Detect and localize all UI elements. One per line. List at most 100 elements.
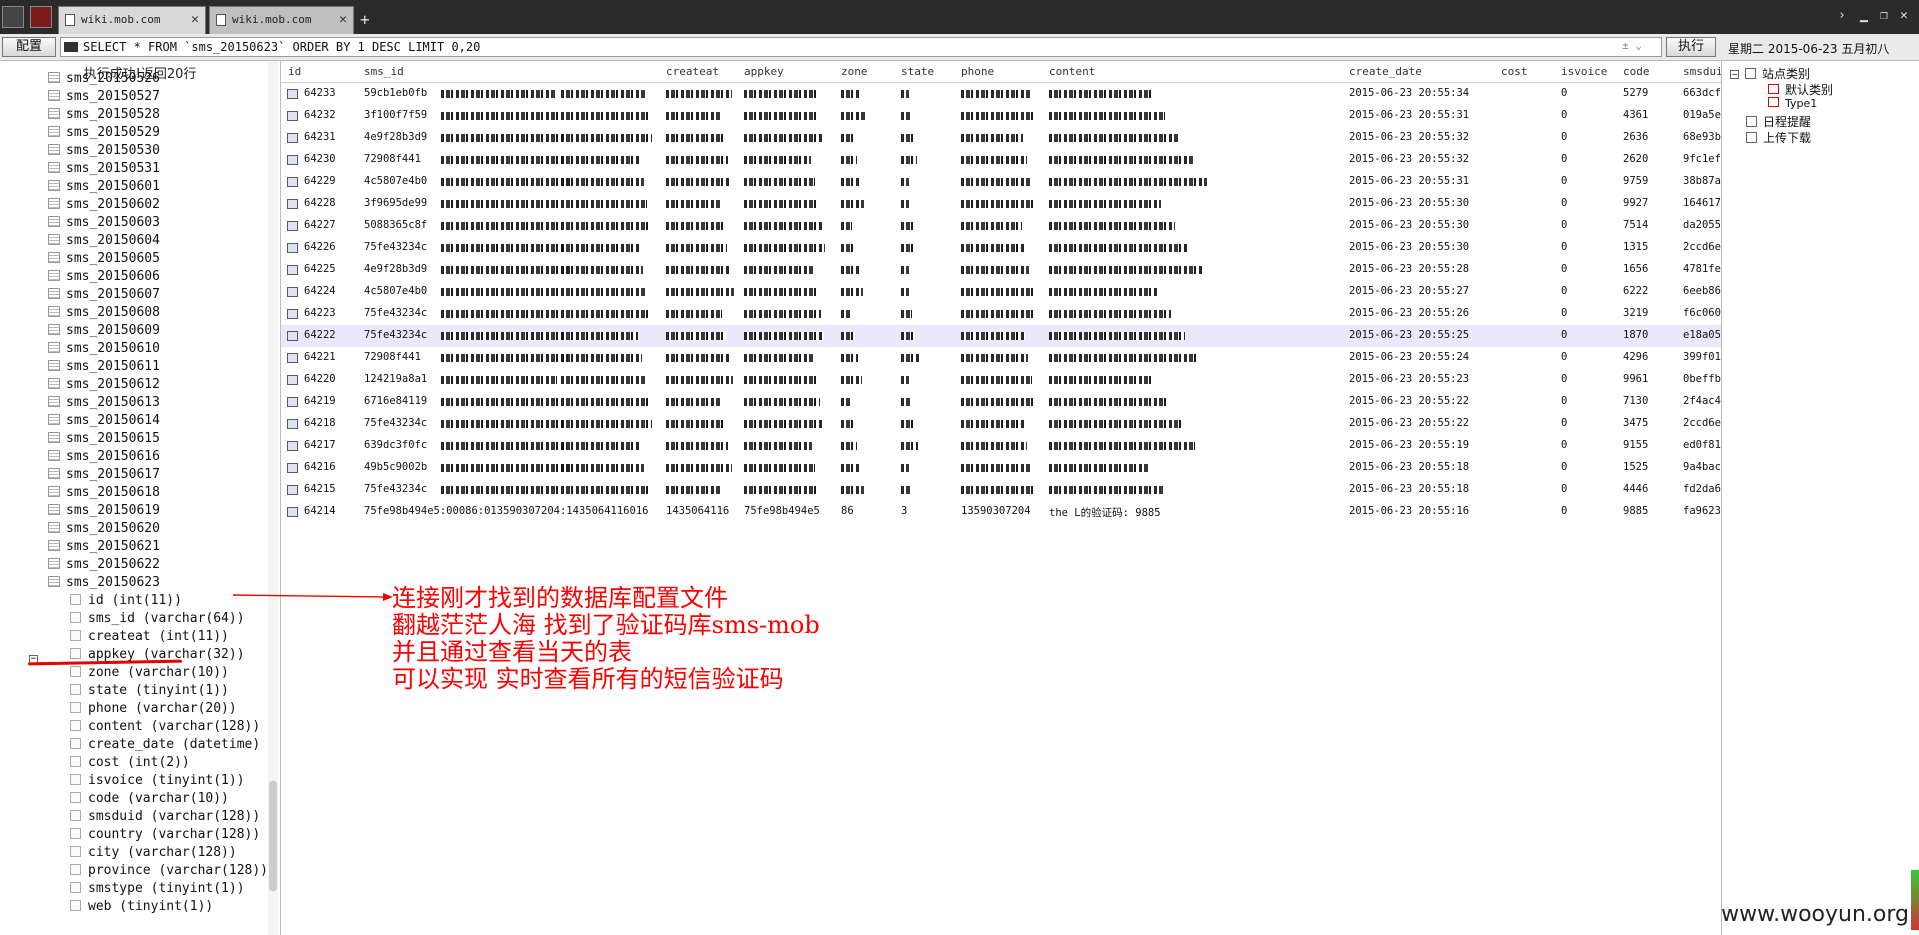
tree-table-item[interactable]: sms_20150623: [48, 574, 160, 592]
column-header[interactable]: phone: [961, 65, 994, 78]
column-header[interactable]: createat: [666, 65, 719, 78]
table-row[interactable]: 64215 75fe43234c 2015-06-23 20:55:18 0 4446 f…: [281, 479, 1721, 501]
tree-table-item[interactable]: sms_20150531: [48, 160, 160, 178]
tree-table-item[interactable]: sms_20150614: [48, 412, 160, 430]
table-row[interactable]: 64221 72908f441 2015-06-23 20:55:24 0 4296 39…: [281, 347, 1721, 369]
tree-table-item[interactable]: sms_20150611: [48, 358, 160, 376]
table-row[interactable]: 64229 4c5807e4b0 2015-06-23 20:55:31 0 9759 3…: [281, 171, 1721, 193]
table-row[interactable]: 64218 75fe43234c 2015-06-23 20:55:22 0 3475 2…: [281, 413, 1721, 435]
maximize-icon[interactable]: ❐: [1880, 8, 1888, 23]
column-header[interactable]: appkey: [744, 65, 784, 78]
table-row[interactable]: 64214 75fe98b494e5:00086:013590307204:143…: [281, 501, 1721, 523]
table-row[interactable]: 64217 639dc3f0fc 2015-06-23 20:55:19 0 9155 e…: [281, 435, 1721, 457]
tree-column-item[interactable]: cost (int(2)): [70, 754, 190, 772]
tree-column-item[interactable]: sms_id (varchar(64)): [70, 610, 245, 628]
site-category-node[interactable]: − 站点类别: [1730, 65, 1810, 82]
close-tab-icon[interactable]: ✕: [191, 7, 199, 33]
column-header[interactable]: content: [1049, 65, 1095, 78]
tree-column-item[interactable]: phone (varchar(20)): [70, 700, 237, 718]
tree-column-item[interactable]: create_date (datetime): [70, 736, 260, 754]
table-row[interactable]: 64228 3f9695de99 2015-06-23 20:55:30 0 9927 1…: [281, 193, 1721, 215]
tree-table-item[interactable]: sms_20150603: [48, 214, 160, 232]
column-header[interactable]: code: [1623, 65, 1650, 78]
close-tab-icon[interactable]: ✕: [339, 7, 347, 33]
tree-table-item[interactable]: sms_20150617: [48, 466, 160, 484]
tree-scrollbar-thumb[interactable]: [269, 781, 277, 891]
table-row[interactable]: 64216 49b5c9002b 2015-06-23 20:55:18 0 1525 9…: [281, 457, 1721, 479]
tree-column-item[interactable]: country (varchar(128)): [70, 826, 260, 844]
close-window-icon[interactable]: ✕: [1900, 8, 1908, 23]
table-row[interactable]: 64225 4e9f28b3d9 2015-06-23 20:55:28 0 1656 4…: [281, 259, 1721, 281]
tree-table-item[interactable]: sms_20150622: [48, 556, 160, 574]
column-header[interactable]: state: [901, 65, 934, 78]
table-row[interactable]: 64232 3f100f7f59 2015-06-23 20:55:31 0 4361 0…: [281, 105, 1721, 127]
table-row[interactable]: 64223 75fe43234c 2015-06-23 20:55:26 0 3219 f…: [281, 303, 1721, 325]
config-button[interactable]: 配置: [2, 37, 56, 57]
tree-column-item[interactable]: smsduid (varchar(128)): [70, 808, 260, 826]
execute-button[interactable]: 执行: [1666, 37, 1716, 57]
tree-table-item[interactable]: sms_20150619: [48, 502, 160, 520]
type1-node[interactable]: Type1: [1768, 97, 1817, 110]
sql-query-input[interactable]: SELECT * FROM `sms_20150623` ORDER BY 1 …: [60, 37, 1662, 57]
column-header[interactable]: create_date: [1349, 65, 1422, 78]
tree-table-item[interactable]: sms_20150621: [48, 538, 160, 556]
column-header[interactable]: sms_id: [364, 65, 404, 78]
upload-download-node[interactable]: 上传下载: [1746, 129, 1811, 146]
default-category-node[interactable]: 默认类别: [1768, 81, 1833, 98]
column-header[interactable]: id: [288, 65, 301, 78]
schedule-node[interactable]: 日程提醒: [1746, 113, 1811, 130]
tree-column-item[interactable]: content (varchar(128)): [70, 718, 260, 736]
collapse-toggle-icon[interactable]: −: [1730, 70, 1739, 79]
tree-column-item[interactable]: smstype (tinyint(1)): [70, 880, 245, 898]
tree-column-item[interactable]: id (int(11)): [70, 592, 182, 610]
tab-wiki-inactive[interactable]: wiki.mob.com ✕: [209, 6, 354, 34]
tree-table-item[interactable]: sms_20150529: [48, 124, 160, 142]
table-row[interactable]: 64220 124219a8a1 2015-06-23 20:55:23 0 9961 0…: [281, 369, 1721, 391]
history-dropdown-icon[interactable]: ± ⌄: [1622, 39, 1642, 52]
tree-table-item[interactable]: sms_20150609: [48, 322, 160, 340]
tree-table-item[interactable]: sms_20150615: [48, 430, 160, 448]
tree-column-item[interactable]: zone (varchar(10)): [70, 664, 229, 682]
minimize-icon[interactable]: ▁: [1860, 8, 1868, 23]
tree-table-item[interactable]: sms_20150530: [48, 142, 160, 160]
tree-table-item[interactable]: sms_20150620: [48, 520, 160, 538]
tree-column-item[interactable]: code (varchar(10)): [70, 790, 229, 808]
tree-column-item[interactable]: city (varchar(128)): [70, 844, 237, 862]
tree-table-item[interactable]: sms_20150612: [48, 376, 160, 394]
table-row[interactable]: 64231 4e9f28b3d9 2015-06-23 20:55:32 0 2636 6…: [281, 127, 1721, 149]
tree-column-item[interactable]: province (varchar(128)): [70, 862, 268, 880]
tree-table-item[interactable]: sms_20150606: [48, 268, 160, 286]
table-row[interactable]: 64224 4c5807e4b0 2015-06-23 20:55:27 0 6222 6…: [281, 281, 1721, 303]
table-row[interactable]: 64227 5088365c8f 2015-06-23 20:55:30 0 7514 d…: [281, 215, 1721, 237]
tab-list-icon[interactable]: ›: [1838, 8, 1846, 23]
column-header[interactable]: cost: [1501, 65, 1528, 78]
tree-table-item[interactable]: sms_20150618: [48, 484, 160, 502]
tree-column-item[interactable]: web (tinyint(1)): [70, 898, 213, 916]
tab-wiki-active[interactable]: wiki.mob.com ✕: [58, 6, 206, 34]
tree-table-item[interactable]: sms_20150605: [48, 250, 160, 268]
tree-column-item[interactable]: state (tinyint(1)): [70, 682, 229, 700]
column-header[interactable]: smsdui: [1683, 65, 1721, 78]
tree-table-item[interactable]: sms_20150602: [48, 196, 160, 214]
column-header[interactable]: isvoice: [1561, 65, 1607, 78]
browser-menu-icon[interactable]: [2, 6, 24, 28]
tree-table-item[interactable]: sms_20150607: [48, 286, 160, 304]
table-row[interactable]: 64230 72908f441 2015-06-23 20:55:32 0 2620 9f…: [281, 149, 1721, 171]
tree-table-item[interactable]: sms_20150526: [48, 70, 160, 88]
tree-table-item[interactable]: sms_20150613: [48, 394, 160, 412]
tree-table-item[interactable]: sms_20150608: [48, 304, 160, 322]
tree-table-item[interactable]: sms_20150610: [48, 340, 160, 358]
table-row[interactable]: 64219 6716e84119 2015-06-23 20:55:22 0 7130 2…: [281, 391, 1721, 413]
tree-table-item[interactable]: sms_20150616: [48, 448, 160, 466]
table-row[interactable]: 64226 75fe43234c 2015-06-23 20:55:30 0 1315 2…: [281, 237, 1721, 259]
tree-column-item[interactable]: isvoice (tinyint(1)): [70, 772, 245, 790]
tree-table-item[interactable]: sms_20150604: [48, 232, 160, 250]
table-row[interactable]: 64233 59cb1eb0fb 2015-06-23 20:55:34 0 5279 6…: [281, 83, 1721, 105]
table-row[interactable]: 64222 75fe43234c 2015-06-23 20:55:25 0 1870 e…: [281, 325, 1721, 347]
tree-table-item[interactable]: sms_20150528: [48, 106, 160, 124]
new-tab-button[interactable]: +: [360, 10, 370, 29]
tree-table-item[interactable]: sms_20150527: [48, 88, 160, 106]
column-header[interactable]: zone: [841, 65, 868, 78]
tree-table-item[interactable]: sms_20150601: [48, 178, 160, 196]
tree-column-item[interactable]: createat (int(11)): [70, 628, 229, 646]
